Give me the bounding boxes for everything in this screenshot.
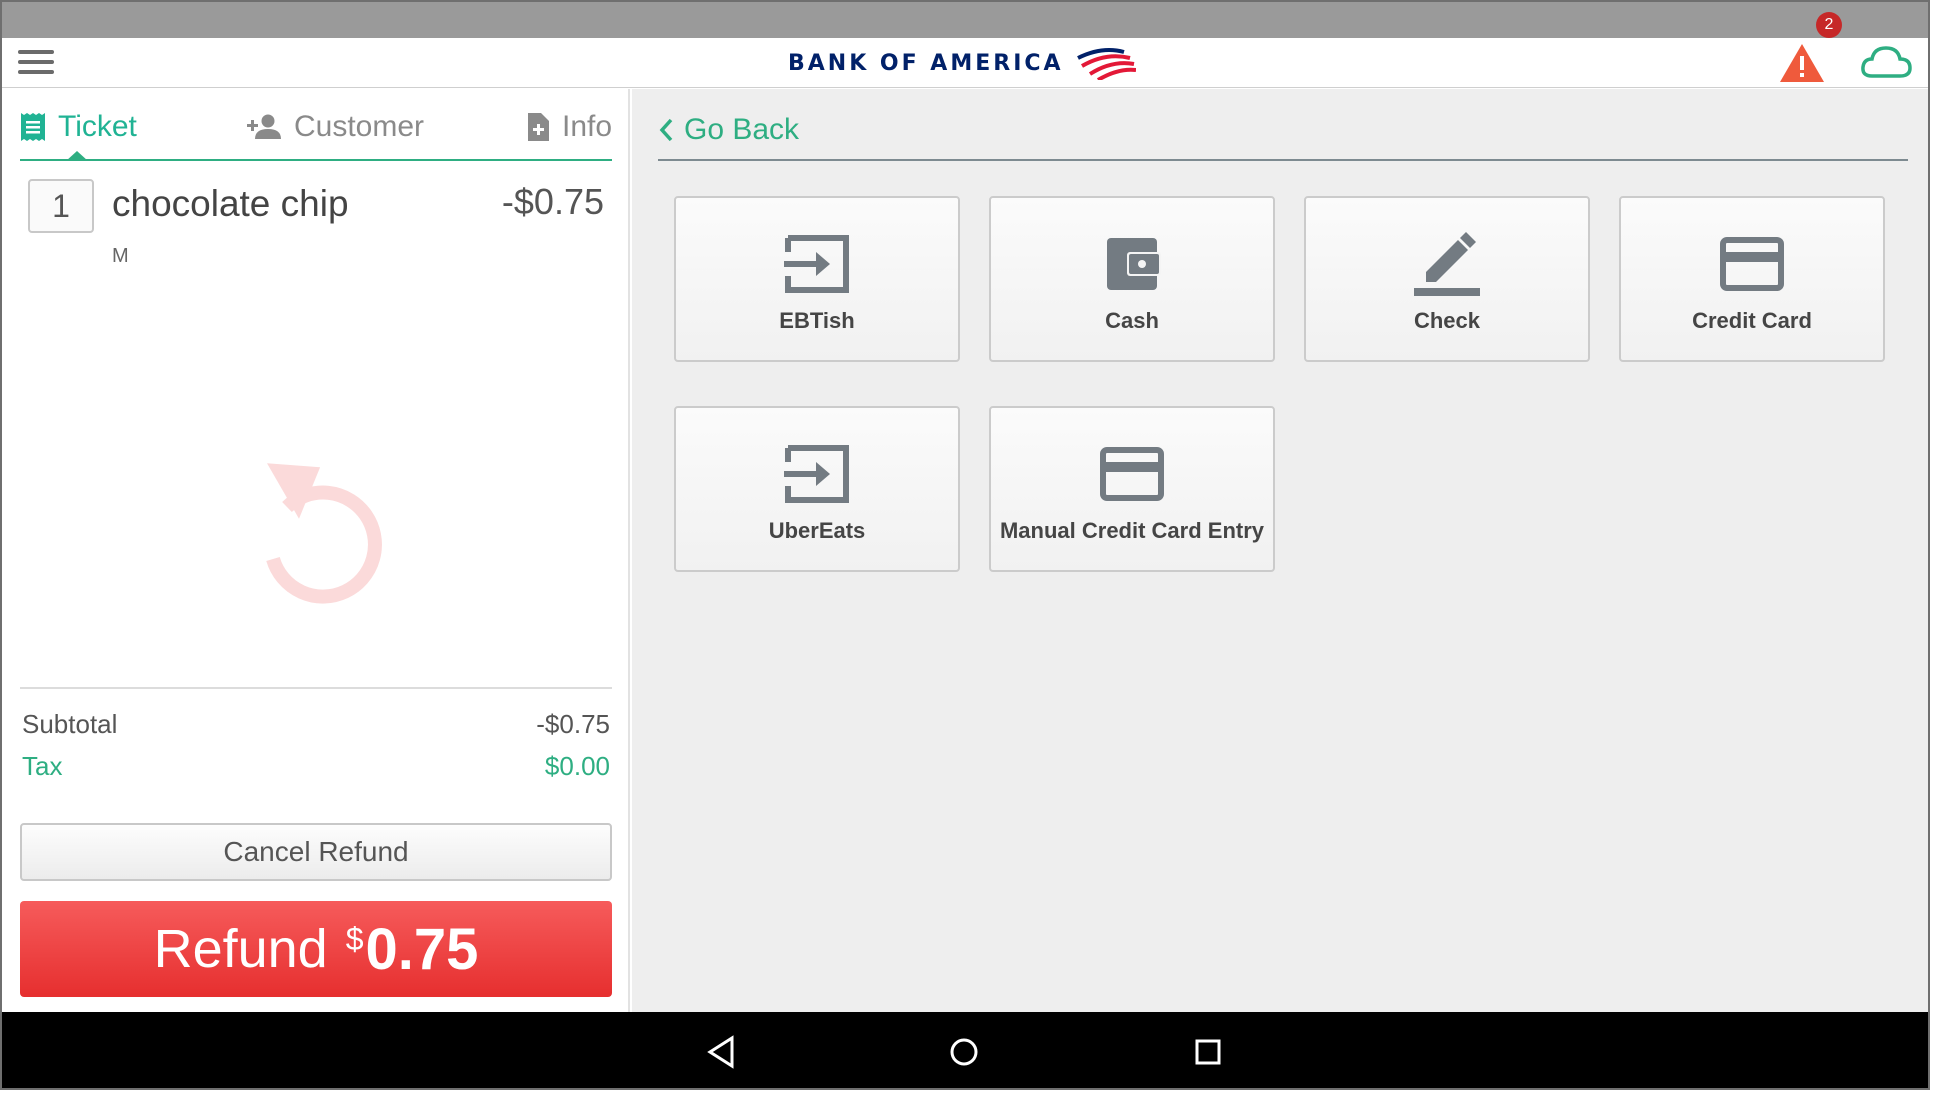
item-name: chocolate chip bbox=[112, 183, 349, 224]
tax-label: Tax bbox=[22, 751, 63, 781]
menu-icon-line bbox=[18, 60, 54, 64]
ticket-totals: Subtotal -$0.75 Tax $0.00 bbox=[20, 687, 612, 781]
alert-count-badge: 2 bbox=[1816, 12, 1842, 38]
menu-icon-line bbox=[18, 50, 54, 54]
ticket-line-item[interactable]: 1 chocolate chip -$0.75 M bbox=[20, 179, 612, 279]
add-document-icon bbox=[528, 113, 549, 141]
go-back-label: Go Back bbox=[684, 113, 800, 146]
receipt-icon bbox=[21, 113, 45, 141]
item-quantity[interactable]: 1 bbox=[28, 179, 94, 233]
refund-amount: 0.75 bbox=[365, 916, 479, 982]
tab-customer[interactable]: Customer bbox=[246, 107, 424, 147]
brand-name: BANK OF AMERICA bbox=[788, 50, 1064, 76]
device-frame: BANK OF AMERICA 2 Ticket Customer Info 1… bbox=[0, 0, 1930, 1090]
credit-card-icon bbox=[1720, 237, 1784, 291]
payment-ubereats-button[interactable]: UberEats bbox=[674, 406, 960, 572]
tax-value: $0.00 bbox=[544, 751, 610, 781]
item-modifier: M bbox=[112, 245, 129, 267]
payment-check-label: Check bbox=[1413, 308, 1481, 333]
status-bar bbox=[2, 2, 1928, 38]
payment-panel: Go Back EBTish Cash Check Credit Card Ub… bbox=[632, 89, 1928, 1012]
subtotal-row: Subtotal -$0.75 bbox=[20, 689, 612, 739]
input-arrow-icon bbox=[784, 235, 849, 293]
refund-icon bbox=[266, 463, 382, 604]
payment-manual-credit-card-label: Manual Credit Card Entry bbox=[999, 518, 1265, 543]
bank-logo: BANK OF AMERICA bbox=[788, 38, 1136, 88]
payment-credit-card-label: Credit Card bbox=[1692, 308, 1812, 333]
chevron-left-icon bbox=[659, 118, 673, 142]
add-person-icon bbox=[247, 114, 281, 139]
menu-icon-line bbox=[18, 70, 54, 74]
tab-info[interactable]: Info bbox=[526, 107, 612, 147]
tab-customer-label: Customer bbox=[294, 110, 425, 143]
divider bbox=[658, 159, 1908, 161]
tax-row: Tax $0.00 bbox=[20, 731, 612, 781]
nav-recent-apps-button[interactable] bbox=[1186, 1030, 1230, 1074]
ticket-panel: Ticket Customer Info 1 chocolate chip -$… bbox=[2, 89, 630, 1012]
pencil-icon bbox=[1414, 232, 1480, 296]
cancel-refund-button[interactable]: Cancel Refund bbox=[20, 823, 612, 881]
payment-ubereats-label: UberEats bbox=[768, 518, 866, 543]
flag-logo-icon bbox=[1076, 48, 1136, 80]
nav-back-button[interactable] bbox=[700, 1030, 744, 1074]
recent-apps-square-icon bbox=[1195, 1039, 1221, 1065]
tab-ticket[interactable]: Ticket bbox=[20, 107, 137, 147]
go-back-button[interactable]: Go Back bbox=[658, 109, 799, 151]
payment-check-button[interactable]: Check bbox=[1304, 196, 1590, 362]
tab-info-label: Info bbox=[562, 110, 613, 143]
input-arrow-icon bbox=[784, 445, 849, 503]
refund-label: Refund bbox=[153, 919, 328, 979]
payment-ebtish-button[interactable]: EBTish bbox=[674, 196, 960, 362]
menu-button[interactable] bbox=[16, 46, 56, 80]
wallet-icon bbox=[1107, 238, 1161, 290]
nav-home-button[interactable] bbox=[942, 1030, 986, 1074]
item-price: -$0.75 bbox=[501, 181, 604, 222]
payment-cash-label: Cash bbox=[1105, 308, 1159, 333]
active-tab-indicator bbox=[66, 151, 88, 161]
home-circle-icon bbox=[950, 1038, 978, 1066]
payment-manual-credit-card-button[interactable]: Manual Credit Card Entry bbox=[989, 406, 1275, 572]
warning-icon bbox=[1780, 44, 1824, 82]
credit-card-icon bbox=[1100, 447, 1164, 501]
app-bar: BANK OF AMERICA 2 bbox=[2, 12, 1928, 88]
tab-ticket-label: Ticket bbox=[58, 110, 137, 143]
payment-credit-card-button[interactable]: Credit Card bbox=[1619, 196, 1885, 362]
cloud-sync-button[interactable] bbox=[1858, 42, 1914, 84]
refund-button[interactable]: Refund $ 0.75 bbox=[20, 901, 612, 997]
back-triangle-icon bbox=[707, 1035, 734, 1069]
cloud-icon bbox=[1861, 46, 1912, 78]
system-nav-bar bbox=[2, 1012, 1928, 1088]
ticket-tabs: Ticket Customer Info bbox=[20, 89, 612, 161]
payment-cash-button[interactable]: Cash bbox=[989, 196, 1275, 362]
refund-currency: $ bbox=[345, 921, 364, 957]
payment-ebtish-label: EBTish bbox=[779, 308, 855, 333]
alert-button[interactable]: 2 bbox=[1778, 12, 1842, 88]
